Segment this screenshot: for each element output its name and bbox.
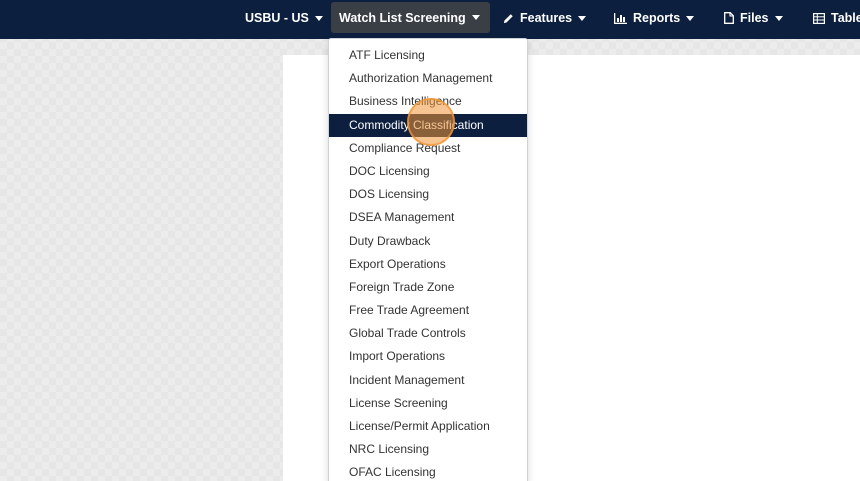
menu-item-global-trade-controls[interactable]: Global Trade Controls [329,322,527,345]
menu-item-license-screening[interactable]: License Screening [329,392,527,415]
menu-item-atf-licensing[interactable]: ATF Licensing [329,44,527,67]
menu-item-export-operations[interactable]: Export Operations [329,253,527,276]
features-menu[interactable]: Features [503,0,587,36]
bar-chart-icon [614,12,627,24]
menu-item-ofac-licensing[interactable]: OFAC Licensing [329,461,527,481]
table-icon [813,12,825,24]
caret-down-icon [686,15,695,21]
menu-item-free-trade-agreement[interactable]: Free Trade Agreement [329,299,527,322]
caret-down-icon [578,15,587,21]
caret-down-icon [314,15,323,21]
menu-item-license-permit-application[interactable]: License/Permit Application [329,415,527,438]
menu-item-doc-licensing[interactable]: DOC Licensing [329,160,527,183]
org-selector-label: USBU - US [245,11,309,25]
menu-item-commodity-classification[interactable]: Commodity Classification [329,113,527,137]
tables-menu[interactable]: Table [813,0,860,36]
files-menu[interactable]: Files [724,0,783,36]
caret-down-icon [774,15,783,21]
caret-down-icon [471,15,480,20]
org-selector[interactable]: USBU - US [245,0,323,36]
menu-item-dos-licensing[interactable]: DOS Licensing [329,183,527,206]
menu-item-import-operations[interactable]: Import Operations [329,345,527,368]
watch-list-screening-menu[interactable]: Watch List Screening [331,2,490,33]
menu-item-dsea-management[interactable]: DSEA Management [329,206,527,229]
files-label: Files [740,11,769,25]
reports-menu[interactable]: Reports [614,0,695,36]
tables-label: Table [831,11,860,25]
pencil-icon [503,13,514,24]
menu-item-authorization-management[interactable]: Authorization Management [329,67,527,90]
dropdown-list: ATF Licensing Authorization Management Bus… [329,39,527,481]
menu-item-foreign-trade-zone[interactable]: Foreign Trade Zone [329,276,527,299]
features-label: Features [520,11,573,25]
menu-item-business-intelligence[interactable]: Business Intelligence [329,90,527,113]
menu-item-compliance-request[interactable]: Compliance Request [329,137,527,160]
menu-item-nrc-licensing[interactable]: NRC Licensing [329,438,527,461]
watch-list-screening-label: Watch List Screening [339,10,466,25]
top-navigation-bar: USBU - US Watch List Screening Features … [0,0,860,39]
menu-item-duty-drawback[interactable]: Duty Drawback [329,230,527,253]
menu-item-incident-management[interactable]: Incident Management [329,369,527,392]
file-icon [724,12,734,24]
reports-label: Reports [633,11,681,25]
watch-list-screening-dropdown: ATF Licensing Authorization Management Bus… [328,38,528,481]
